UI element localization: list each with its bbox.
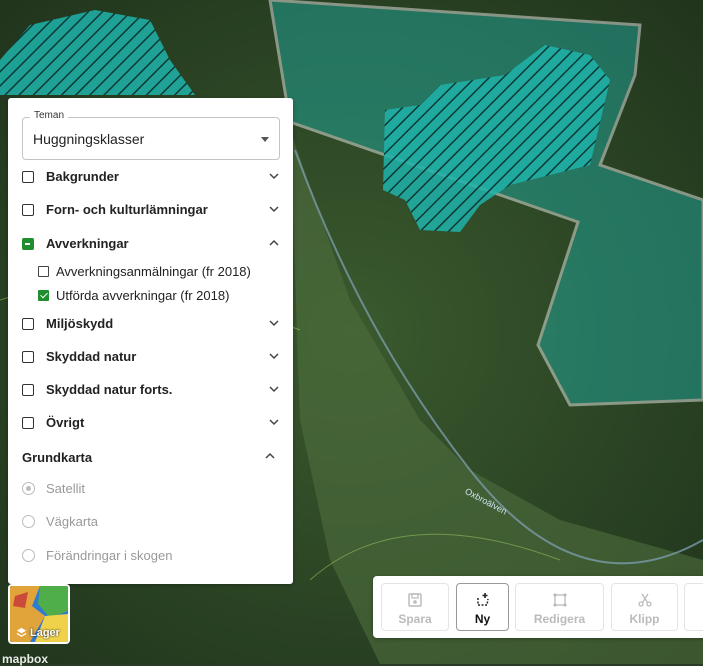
more-tool-button[interactable] (684, 583, 703, 631)
new-button-label: Ny (474, 612, 491, 626)
layer-group-ovrigt[interactable]: Övrigt (22, 412, 284, 436)
chevron-down-icon[interactable] (268, 317, 280, 329)
layers-button-label: Lager (30, 627, 60, 639)
layer-panel: Teman Huggningsklasser Bakgrunder Forn- … (8, 98, 293, 584)
edit-button-label: Redigera (533, 612, 586, 626)
basemap-option-label: Satellit (46, 481, 86, 496)
caret-down-icon (261, 137, 269, 142)
layer-group-label: Avverkningar (46, 236, 129, 251)
chevron-up-icon[interactable] (264, 450, 276, 462)
chevron-down-icon[interactable] (268, 170, 280, 182)
layer-group-label: Bakgrunder (46, 169, 119, 184)
layer-label: Utförda avverkningar (fr 2018) (56, 288, 230, 303)
layer-group-avverkningar[interactable]: Avverkningar (22, 233, 284, 257)
save-icon (408, 593, 422, 607)
chevron-down-icon[interactable] (268, 383, 280, 395)
new-shape-icon (476, 593, 489, 606)
chevron-down-icon[interactable] (268, 350, 280, 362)
layer-group-label: Skyddad natur forts. (46, 382, 173, 397)
layer-group-miljoskydd[interactable]: Miljöskydd (22, 313, 284, 337)
chevron-up-icon[interactable] (268, 237, 280, 249)
basemap-option-label: Vägkarta (46, 514, 99, 529)
radio[interactable] (22, 549, 35, 562)
layers-icon (16, 627, 27, 637)
layer-group-label: Miljöskydd (46, 316, 114, 331)
checkbox[interactable] (22, 351, 34, 363)
edit-button[interactable]: Redigera (515, 583, 604, 631)
new-button[interactable]: Ny (456, 583, 509, 631)
cut-button[interactable]: Klipp (611, 583, 678, 631)
chevron-down-icon[interactable] (268, 416, 280, 428)
cut-button-label: Klipp (629, 612, 660, 626)
basemap-option-label: Förändringar i skogen (46, 548, 173, 563)
checkbox[interactable] (22, 384, 34, 396)
checkbox[interactable] (38, 266, 49, 277)
layer-group-forn-kultur[interactable]: Forn- och kulturlämningar (22, 199, 284, 223)
checkbox[interactable] (22, 318, 34, 330)
edit-shape-icon (552, 593, 567, 607)
layer-group-skyddad-natur-forts[interactable]: Skyddad natur forts. (22, 379, 284, 403)
chevron-down-icon[interactable] (268, 203, 280, 215)
radio[interactable] (22, 515, 35, 528)
layer-group-label: Forn- och kulturlämningar (46, 202, 208, 217)
theme-select-legend: Teman (30, 110, 69, 121)
checkbox-checked[interactable] (38, 290, 49, 301)
layer-group-label: Skyddad natur (46, 349, 137, 364)
checkbox[interactable] (22, 204, 34, 216)
edit-toolbar: Spara Ny Redigera Klipp (373, 576, 703, 638)
layer-group-skyddad-natur[interactable]: Skyddad natur (22, 346, 284, 370)
basemap-title: Grundkarta (22, 450, 93, 465)
scissors-icon (637, 593, 652, 607)
checkbox-partial[interactable] (22, 238, 34, 250)
theme-select[interactable]: Teman Huggningsklasser (22, 110, 280, 160)
save-button-label: Spara (398, 612, 432, 626)
theme-select-value: Huggningsklasser (33, 131, 145, 147)
layer-label: Avverkningsanmälningar (fr 2018) (56, 264, 251, 279)
save-button[interactable]: Spara (381, 583, 449, 631)
checkbox[interactable] (22, 171, 34, 183)
checkbox[interactable] (22, 417, 34, 429)
radio-selected[interactable] (22, 482, 35, 495)
layer-group-bakgrunder[interactable]: Bakgrunder (22, 166, 284, 190)
layer-group-label: Övrigt (46, 415, 85, 430)
layers-button[interactable]: Lager (8, 584, 70, 644)
